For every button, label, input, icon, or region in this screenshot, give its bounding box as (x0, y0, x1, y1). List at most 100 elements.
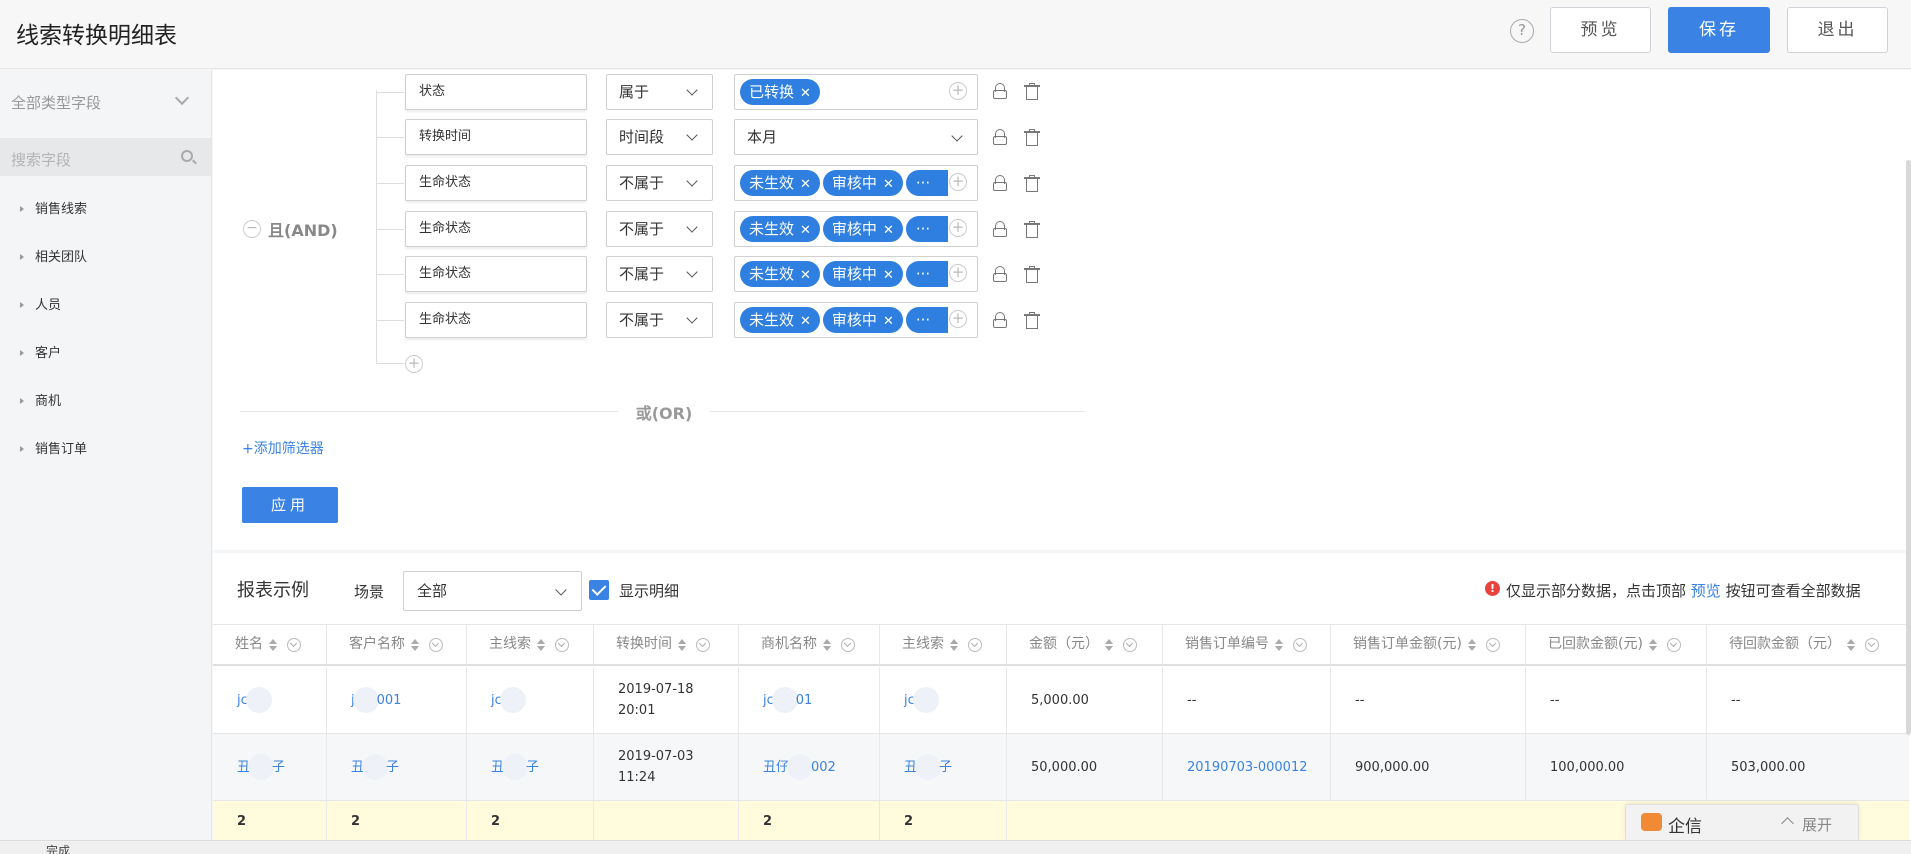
add-value-icon[interactable]: + (949, 310, 967, 328)
sort-icon[interactable] (1467, 638, 1476, 651)
sort-icon[interactable] (1648, 638, 1657, 651)
column-menu-icon[interactable] (1865, 637, 1879, 652)
unlock-icon[interactable] (993, 266, 1007, 282)
value-tag[interactable]: 审核中 ✕ (822, 216, 903, 242)
column-menu-icon[interactable] (1123, 637, 1137, 652)
column-header[interactable]: 销售订单金额(元) (1331, 625, 1526, 664)
close-icon[interactable]: ✕ (883, 223, 894, 238)
help-icon[interactable]: ? (1510, 19, 1534, 43)
add-value-icon[interactable]: + (949, 173, 967, 191)
apply-button[interactable]: 应用 (242, 487, 338, 523)
table-cell[interactable]: 丑子 (327, 734, 467, 800)
table-cell[interactable]: 丑仔 002 (739, 734, 880, 800)
expand-button[interactable]: 展开 (1802, 814, 1832, 835)
condition-field[interactable]: 生命状态 (405, 302, 587, 338)
close-icon[interactable]: ✕ (883, 268, 894, 283)
more-tags[interactable]: ··· (905, 307, 948, 333)
sort-icon[interactable] (411, 638, 419, 651)
table-cell[interactable]: 20190703-000012 (1163, 734, 1331, 800)
value-tag[interactable]: 审核中 ✕ (822, 261, 903, 287)
close-icon[interactable]: ✕ (800, 223, 811, 238)
trash-icon[interactable] (1024, 83, 1040, 100)
close-icon[interactable]: ✕ (800, 177, 811, 192)
condition-value[interactable]: 未生效 ✕ 审核中 ✕ ··· (734, 165, 978, 201)
qixin-chat-widget[interactable]: 企信 展开 (1625, 804, 1859, 841)
tree-item-sales-lead[interactable]: 销售线索 (0, 186, 211, 234)
tree-item-personnel[interactable]: 人员 (0, 282, 211, 330)
column-menu-icon[interactable] (287, 637, 301, 652)
sort-icon[interactable] (1847, 638, 1855, 651)
field-type-select[interactable]: 全部类型字段 (0, 70, 211, 136)
column-header[interactable]: 客户名称 (327, 625, 467, 664)
trash-icon[interactable] (1024, 266, 1040, 283)
condition-field[interactable]: 生命状态 (405, 256, 587, 292)
condition-field[interactable]: 状态 (405, 74, 587, 110)
search-icon[interactable] (181, 150, 193, 162)
condition-value[interactable]: 未生效 ✕ 审核中 ✕ ··· (734, 302, 978, 338)
close-icon[interactable]: ✕ (800, 314, 811, 329)
add-value-icon[interactable]: + (949, 219, 967, 237)
condition-operator[interactable]: 属于 (606, 74, 713, 110)
sort-icon[interactable] (950, 638, 958, 651)
column-header[interactable]: 商机名称 (739, 625, 880, 664)
table-cell[interactable]: jc (213, 667, 327, 733)
close-icon[interactable]: ✕ (883, 314, 894, 329)
column-menu-icon[interactable] (429, 637, 443, 652)
more-tags[interactable]: ··· (905, 170, 948, 196)
trash-icon[interactable] (1024, 221, 1040, 238)
tree-item-opportunity[interactable]: 商机 (0, 378, 211, 426)
trash-icon[interactable] (1024, 129, 1040, 146)
condition-operator[interactable]: 不属于 (606, 302, 713, 338)
sort-icon[interactable] (1275, 638, 1283, 651)
column-menu-icon[interactable] (555, 637, 569, 652)
column-menu-icon[interactable] (1293, 637, 1307, 652)
value-tag[interactable]: 审核中 ✕ (822, 170, 903, 196)
column-header[interactable]: 待回款金额（元） (1707, 625, 1909, 664)
column-header[interactable]: 主线索 (880, 625, 1007, 664)
unlock-icon[interactable] (993, 129, 1007, 145)
scrollbar[interactable] (1906, 160, 1911, 735)
unlock-icon[interactable] (993, 312, 1007, 328)
column-menu-icon[interactable] (968, 637, 982, 652)
column-header[interactable]: 已回款金额(元) (1526, 625, 1707, 664)
add-condition-icon[interactable]: + (405, 355, 423, 373)
tree-item-customer[interactable]: 客户 (0, 330, 211, 378)
condition-field[interactable]: 生命状态 (405, 211, 587, 247)
column-header[interactable]: 销售订单编号 (1163, 625, 1331, 664)
condition-value[interactable]: 未生效 ✕ 审核中 ✕ ··· (734, 211, 978, 247)
condition-value[interactable]: 未生效 ✕ 审核中 ✕ ··· (734, 256, 978, 292)
table-cell[interactable]: j001 (327, 667, 467, 733)
column-header[interactable]: 转换时间 (594, 625, 739, 664)
condition-field[interactable]: 生命状态 (405, 165, 587, 201)
table-cell[interactable]: 丑子 (880, 734, 1007, 800)
scene-select[interactable]: 全部 (403, 571, 582, 611)
save-button[interactable]: 保存 (1668, 7, 1770, 53)
field-search-input[interactable]: 搜索字段 (0, 138, 211, 176)
sort-icon[interactable] (537, 638, 545, 651)
add-value-icon[interactable]: + (949, 264, 967, 282)
chevron-up-icon[interactable] (1781, 817, 1794, 830)
unlock-icon[interactable] (993, 175, 1007, 191)
condition-field[interactable]: 转换时间 (405, 119, 587, 155)
column-header[interactable]: 姓名 (213, 625, 327, 664)
condition-value[interactable]: 已转换 ✕ (734, 74, 978, 110)
condition-value-select[interactable]: 本月 (734, 119, 978, 155)
close-icon[interactable]: ✕ (883, 177, 894, 192)
tree-item-sales-order[interactable]: 销售订单 (0, 426, 211, 474)
column-header[interactable]: 金额（元） (1007, 625, 1163, 664)
table-cell[interactable]: 丑子 (213, 734, 327, 800)
exit-button[interactable]: 退出 (1787, 7, 1888, 53)
condition-operator[interactable]: 不属于 (606, 165, 713, 201)
value-tag[interactable]: 已转换 ✕ (740, 79, 820, 105)
value-tag[interactable]: 审核中 ✕ (822, 307, 903, 333)
close-icon[interactable]: ✕ (800, 86, 811, 101)
sort-icon[interactable] (678, 638, 686, 651)
trash-icon[interactable] (1024, 175, 1040, 192)
sort-icon[interactable] (1105, 638, 1113, 651)
table-cell[interactable]: jc (880, 667, 1007, 733)
close-icon[interactable]: ✕ (800, 268, 811, 283)
unlock-icon[interactable] (993, 221, 1007, 237)
trash-icon[interactable] (1024, 312, 1040, 329)
notice-preview-link[interactable]: 预览 (1691, 582, 1721, 600)
tree-item-related-team[interactable]: 相关团队 (0, 234, 211, 282)
